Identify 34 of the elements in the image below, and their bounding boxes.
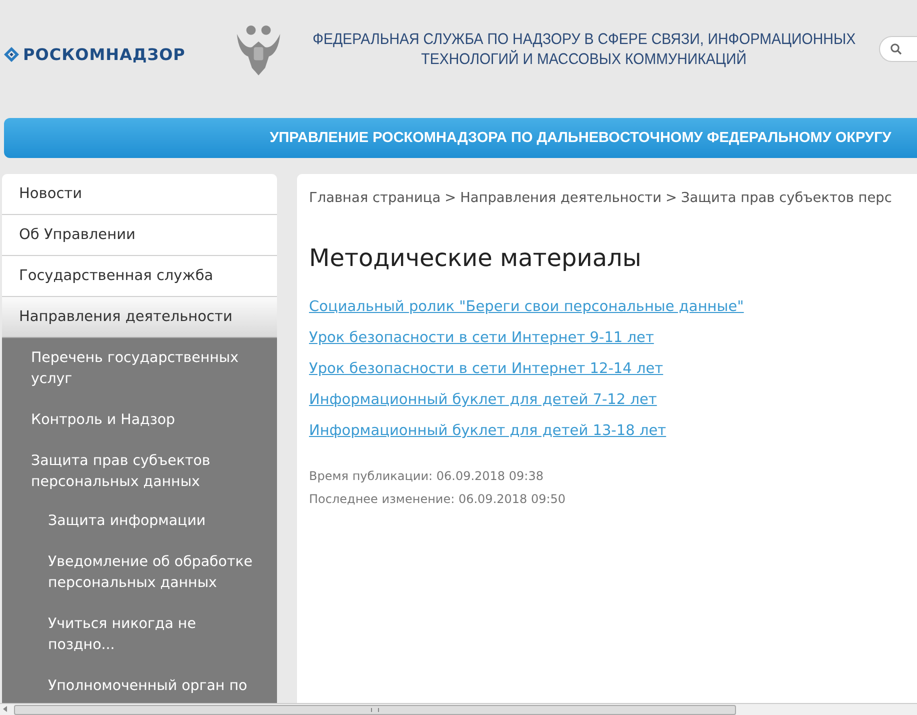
submenu-item[interactable]: Уполномоченный орган по xyxy=(2,676,277,697)
banner: УПРАВЛЕНИЕ РОСКОМНАДЗОРА ПО ДАЛЬНЕВОСТОЧНОМУ ФЕДЕРАЛЬНОМУ ОКРУГУ xyxy=(4,118,917,158)
sidebar-item[interactable]: Об Управлении xyxy=(2,215,277,256)
diamond-logo-icon xyxy=(4,46,19,62)
breadcrumb-separator: > xyxy=(666,190,677,206)
sidebar-item[interactable]: Направления деятельности xyxy=(2,297,277,338)
sidebar-item[interactable]: Новости xyxy=(2,174,277,215)
page-heading: Методические материалы xyxy=(309,244,642,272)
scrollbar-thumb[interactable] xyxy=(14,705,736,715)
scroll-left-arrow-icon[interactable] xyxy=(3,706,7,712)
document-link[interactable]: Информационный буклет для детей 13-18 лет xyxy=(309,423,666,439)
search-field[interactable] xyxy=(878,36,917,62)
agency-title: ФЕДЕРАЛЬНАЯ СЛУЖБА ПО НАДЗОРУ В СФЕРЕ СВЯЗИ, ИНФОРМАЦИОННЫХ xyxy=(312,30,856,50)
submenu-item[interactable]: Уведомление об обработке персональных данных xyxy=(2,552,277,594)
document-link[interactable]: Урок безопасности в сети Интернет 12-14 лет xyxy=(309,361,664,377)
submenu-item[interactable]: Контроль и Надзор xyxy=(2,410,277,431)
sidebar-item[interactable]: Государственная служба xyxy=(2,256,277,297)
submenu-item[interactable]: Учиться никогда не поздно... xyxy=(2,614,277,656)
submenu-item[interactable]: Перечень государственных услуг xyxy=(2,348,277,390)
horizontal-scrollbar[interactable] xyxy=(0,703,917,715)
document-link[interactable]: Социальный ролик "Береги свои персональные данные" xyxy=(309,299,744,315)
breadcrumb-link[interactable]: Главная страница xyxy=(309,190,441,206)
publication-date: Время публикации: 06.09.2018 09:38 xyxy=(309,469,544,483)
document-link[interactable]: Урок безопасности в сети Интернет 9-11 лет xyxy=(309,330,654,346)
breadcrumb-link[interactable]: Направления деятельности xyxy=(460,190,662,206)
agency-title: ТЕХНОЛОГИЙ И МАССОВЫХ КОММУНИКАЦИЙ xyxy=(420,50,746,70)
publication-date: Последнее изменение: 06.09.2018 09:50 xyxy=(309,492,567,506)
submenu-item[interactable]: Защита информации xyxy=(2,511,277,532)
logo-text[interactable]: РОСКОМНАДЗОР xyxy=(23,44,186,64)
breadcrumb-separator: > xyxy=(444,190,456,206)
search-icon xyxy=(890,43,902,55)
document-link[interactable]: Информационный буклет для детей 7-12 лет xyxy=(309,392,657,408)
submenu-item[interactable]: Защита прав субъектов персональных данных xyxy=(2,451,277,493)
breadcrumb-link[interactable]: Защита прав субъектов перс xyxy=(680,190,892,206)
